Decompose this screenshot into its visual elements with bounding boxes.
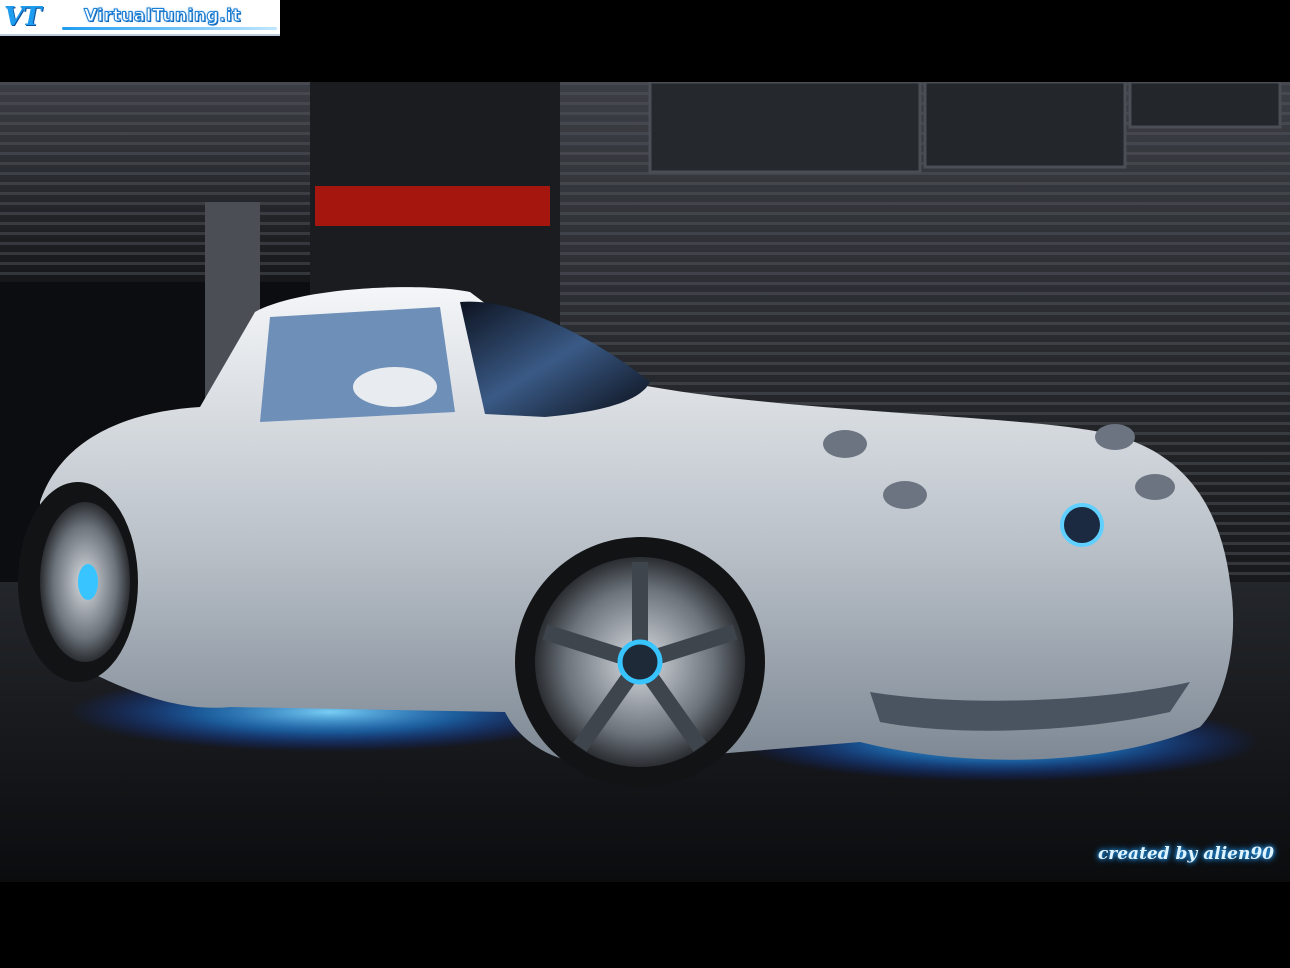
car-scene [0,82,1290,882]
rear-wheel [18,482,138,682]
vt-logo-mark: VT [4,2,42,32]
car-photo: created by alien90 [0,82,1290,882]
site-banner[interactable]: VT VirtualTuning.it [0,0,280,36]
side-mirror [353,367,437,407]
front-wheel [515,537,765,787]
side-window [260,307,455,422]
front-emblem [1060,503,1104,547]
site-name: VirtualTuning.it [83,6,242,27]
creator-watermark: created by alien90 [1097,844,1274,864]
logo-swoosh [62,27,277,30]
